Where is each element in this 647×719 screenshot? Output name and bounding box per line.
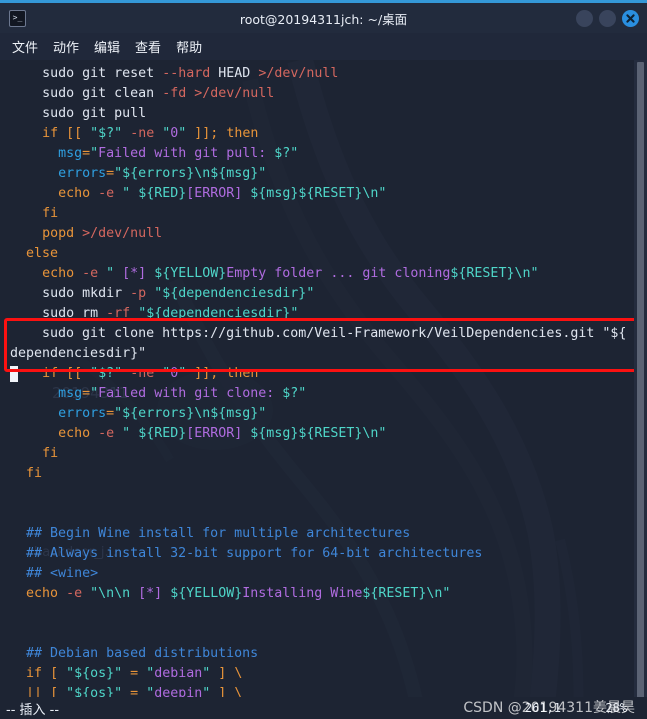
editor-line: fi <box>42 206 59 221</box>
menu-item-file[interactable]: 文件 <box>12 37 38 56</box>
editor-line: sudo rm -rf "${dependenciesdir}" <box>42 306 299 321</box>
editor-line: fi <box>26 466 43 481</box>
editor-line: ## <wine> <box>26 566 99 581</box>
editor-line: echo -e "\n\n [*] ${YELLOW}Installing Wi… <box>26 586 451 601</box>
menu-item-actions[interactable]: 动作 <box>53 37 79 56</box>
editor-line: if [[ "$?" -ne "0" ]]; then <box>42 126 259 141</box>
scrollbar[interactable] <box>634 60 647 719</box>
editor-line: sudo mkdir -p "${dependenciesdir}" <box>42 286 315 301</box>
editor-line: msg="Failed with git clone: $?" <box>58 386 307 401</box>
editor-line: sudo git pull <box>42 106 147 121</box>
terminal-window: >_ root@20194311jch: ~/桌面 文件 动作 编辑 查看 帮助 <box>0 0 647 719</box>
editor-line: fi <box>42 446 59 461</box>
window-title: root@20194311jch: ~/桌面 <box>239 11 408 27</box>
text-cursor <box>10 366 18 382</box>
menu-item-help[interactable]: 帮助 <box>176 37 202 56</box>
editor-line: echo -e " [*] ${YELLOW}Empty folder ... … <box>42 266 539 281</box>
editor-line: errors="${errors}\n${msg}" <box>58 166 267 181</box>
editor-line: msg="Failed with git pull: $?" <box>58 146 299 161</box>
vim-mode-indicator: -- 插入 -- <box>6 702 60 718</box>
editor-line: sudo git clone https://github.com/Veil-F… <box>10 326 627 341</box>
menubar: 文件 动作 编辑 查看 帮助 <box>0 33 647 60</box>
editor-line: if [ "${os}" = "debian" ] \ <box>26 666 243 681</box>
editor-line: dependenciesdir}" <box>10 346 147 361</box>
vim-status-line: -- 插入 -- 261,1 28% <box>0 697 647 719</box>
menu-item-edit[interactable]: 编辑 <box>94 37 120 56</box>
editor-line: if [[ "$?" -ne "0" ]]; then <box>42 366 259 381</box>
editor-line: echo -e " ${RED}[ERROR] ${msg}${RESET}\n… <box>58 426 387 441</box>
editor-line: else <box>26 246 59 261</box>
editor-line: ## Debian based distributions <box>26 646 259 661</box>
minimize-button[interactable] <box>576 9 593 27</box>
window-buttons <box>576 9 639 27</box>
terminal-icon: >_ <box>9 9 26 27</box>
close-icon <box>626 13 635 23</box>
editor-line: popd >/dev/null <box>42 226 163 241</box>
editor-line: errors="${errors}\n${msg}" <box>58 406 267 421</box>
editor-line: ## Begin Wine install for multiple archi… <box>26 526 411 541</box>
titlebar[interactable]: >_ root@20194311jch: ~/桌面 <box>0 3 647 33</box>
maximize-button[interactable] <box>599 9 616 27</box>
terminal-viewport[interactable]: 20194311 backdoor_j... sudo git reset --… <box>0 60 647 719</box>
editor-line: ## Always install 32-bit support for 64-… <box>26 546 483 561</box>
editor-line: sudo git clean -fd >/dev/null <box>42 86 275 101</box>
editor-line: sudo git reset --hard HEAD >/dev/null <box>42 66 339 81</box>
cursor-position: 261,1 <box>524 701 561 715</box>
editor-line: echo -e " ${RED}[ERROR] ${msg}${RESET}\n… <box>58 186 387 201</box>
close-button[interactable] <box>622 9 639 27</box>
scrollbar-thumb[interactable] <box>637 62 644 708</box>
editor-text-area[interactable]: sudo git reset --hard HEAD >/dev/null su… <box>0 60 647 719</box>
menu-item-view[interactable]: 查看 <box>135 37 161 56</box>
scroll-percentage: 28% <box>605 701 627 715</box>
